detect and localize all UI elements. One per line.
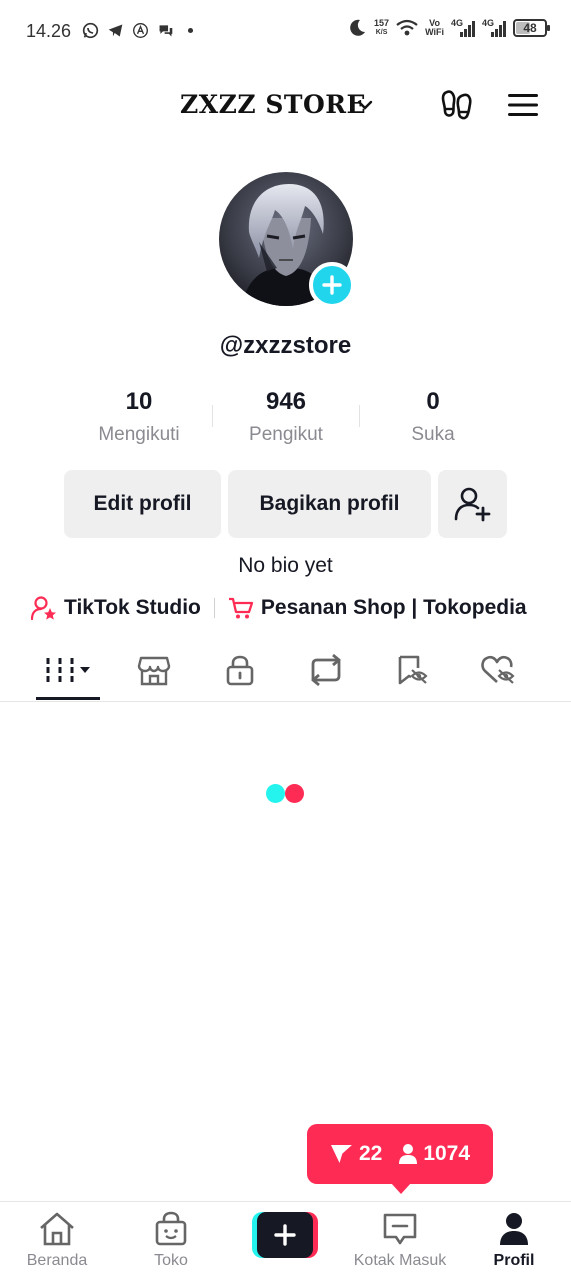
nav-profile[interactable]: Profil: [457, 1210, 571, 1274]
filter-count: 22: [358, 1142, 383, 1165]
notification-icons: [82, 22, 199, 39]
profile-bio: No bio yet: [238, 554, 333, 577]
stat-following[interactable]: 10 Mengikuti: [64, 388, 214, 446]
nav-inbox[interactable]: Kotak Masuk: [343, 1210, 457, 1274]
home-icon: [40, 1212, 74, 1246]
network-speed: 157 K/S: [374, 19, 389, 37]
signal-sim1: 4G: [451, 18, 475, 38]
signal-sim2: 4G: [482, 18, 506, 38]
plus-icon: [274, 1224, 296, 1246]
tab-videos[interactable]: [36, 640, 100, 700]
battery-level: 48: [523, 21, 537, 35]
menu-icon[interactable]: [507, 92, 539, 118]
status-bar: 14.26 157 K/S Vo WiFi 4G 4G 48: [0, 0, 571, 62]
viewer-stat: 1074: [398, 1142, 470, 1166]
repost-icon: [311, 654, 341, 686]
footprints-icon[interactable]: [440, 88, 474, 122]
loading-dot-cyan: [266, 784, 285, 803]
status-time: 14.26: [26, 21, 72, 41]
likes-label: Suka: [411, 424, 455, 445]
following-count: 10: [125, 388, 153, 415]
vowifi-bottom: WiFi: [425, 27, 444, 37]
profile-tabs: [0, 640, 571, 702]
bottom-navigation: Beranda Toko Kotak Masuk Profil: [0, 1201, 571, 1280]
tab-selected-indicator: [36, 697, 100, 700]
tab-favorites[interactable]: [380, 640, 444, 700]
profile-icon: [500, 1213, 528, 1245]
bookmark-hidden-icon: [398, 655, 428, 685]
tab-reposts[interactable]: [294, 640, 358, 700]
shop-icon: [137, 656, 171, 686]
shopping-cart-icon: [228, 597, 254, 619]
whatsapp-icon: [82, 22, 99, 39]
sim1-type: 4G: [451, 18, 464, 28]
link-separator: [213, 598, 215, 618]
sim2-type: 4G: [482, 18, 495, 28]
heart-hidden-icon: [481, 655, 515, 684]
person-star-icon: [30, 596, 56, 621]
chat-bubbles-icon: [159, 25, 173, 37]
speed-value: 157: [374, 18, 390, 28]
create-button-face: [257, 1212, 313, 1258]
nav-home[interactable]: Beranda: [0, 1210, 114, 1274]
add-friend-button[interactable]: [438, 470, 507, 538]
nav-inbox-label: Kotak Masuk: [353, 1252, 447, 1269]
live-stats-pill[interactable]: 22 1074: [307, 1124, 493, 1194]
moon-icon: [350, 19, 366, 36]
plus-icon: [322, 275, 342, 295]
tiktok-studio-link[interactable]: TikTok Studio: [64, 596, 201, 620]
a-circle-icon: [133, 23, 148, 38]
send-icon: [330, 1144, 354, 1165]
person-icon: [399, 1144, 418, 1164]
stat-likes[interactable]: 0 Suka: [358, 388, 508, 446]
status-right: 157 K/S Vo WiFi 4G 4G 48: [347, 18, 550, 38]
edit-profile-button[interactable]: Edit profil: [64, 470, 221, 538]
chevron-down-icon[interactable]: [356, 96, 374, 114]
stat-followers[interactable]: 946 Pengikut: [211, 388, 361, 446]
create-button[interactable]: [252, 1212, 318, 1258]
followers-label: Pengikut: [249, 424, 323, 445]
account-switcher[interactable]: ZXZZ STORE: [180, 90, 366, 119]
vowifi-label: Vo WiFi: [425, 19, 444, 37]
add-avatar-button[interactable]: [309, 262, 355, 308]
lock-icon: [226, 655, 254, 686]
filter-stat: 22: [330, 1142, 382, 1166]
nav-shop[interactable]: Toko: [114, 1210, 228, 1274]
nav-profile-label: Profil: [493, 1252, 535, 1269]
shopping-bag-icon: [155, 1211, 187, 1246]
shop-orders-link[interactable]: Pesanan Shop | Tokopedia: [261, 596, 527, 620]
share-profile-button[interactable]: Bagikan profil: [228, 470, 431, 538]
tab-liked[interactable]: [466, 640, 530, 700]
tab-shop[interactable]: [122, 640, 186, 700]
add-friend-icon: [454, 487, 490, 522]
likes-count: 0: [426, 388, 440, 415]
videos-grid-icon: [46, 658, 90, 682]
following-label: Mengikuti: [98, 424, 180, 445]
profile-handle: @zxzzstore: [219, 332, 352, 359]
speed-unit: K/S: [375, 29, 388, 36]
nav-home-label: Beranda: [26, 1252, 88, 1269]
followers-count: 946: [265, 388, 307, 415]
profile-header: ZXZZ STORE: [0, 78, 571, 134]
battery-indicator: 48: [513, 19, 550, 37]
inbox-icon: [383, 1213, 417, 1245]
tab-private[interactable]: [208, 640, 272, 700]
telegram-icon: [108, 24, 123, 37]
profile-links: TikTok Studio Pesanan Shop | Tokopedia: [30, 593, 527, 623]
more-dot-icon: [187, 27, 194, 34]
wifi-icon: [396, 19, 418, 36]
nav-shop-label: Toko: [154, 1252, 188, 1269]
viewer-count: 1074: [423, 1142, 471, 1165]
loading-dot-red: [285, 784, 304, 803]
